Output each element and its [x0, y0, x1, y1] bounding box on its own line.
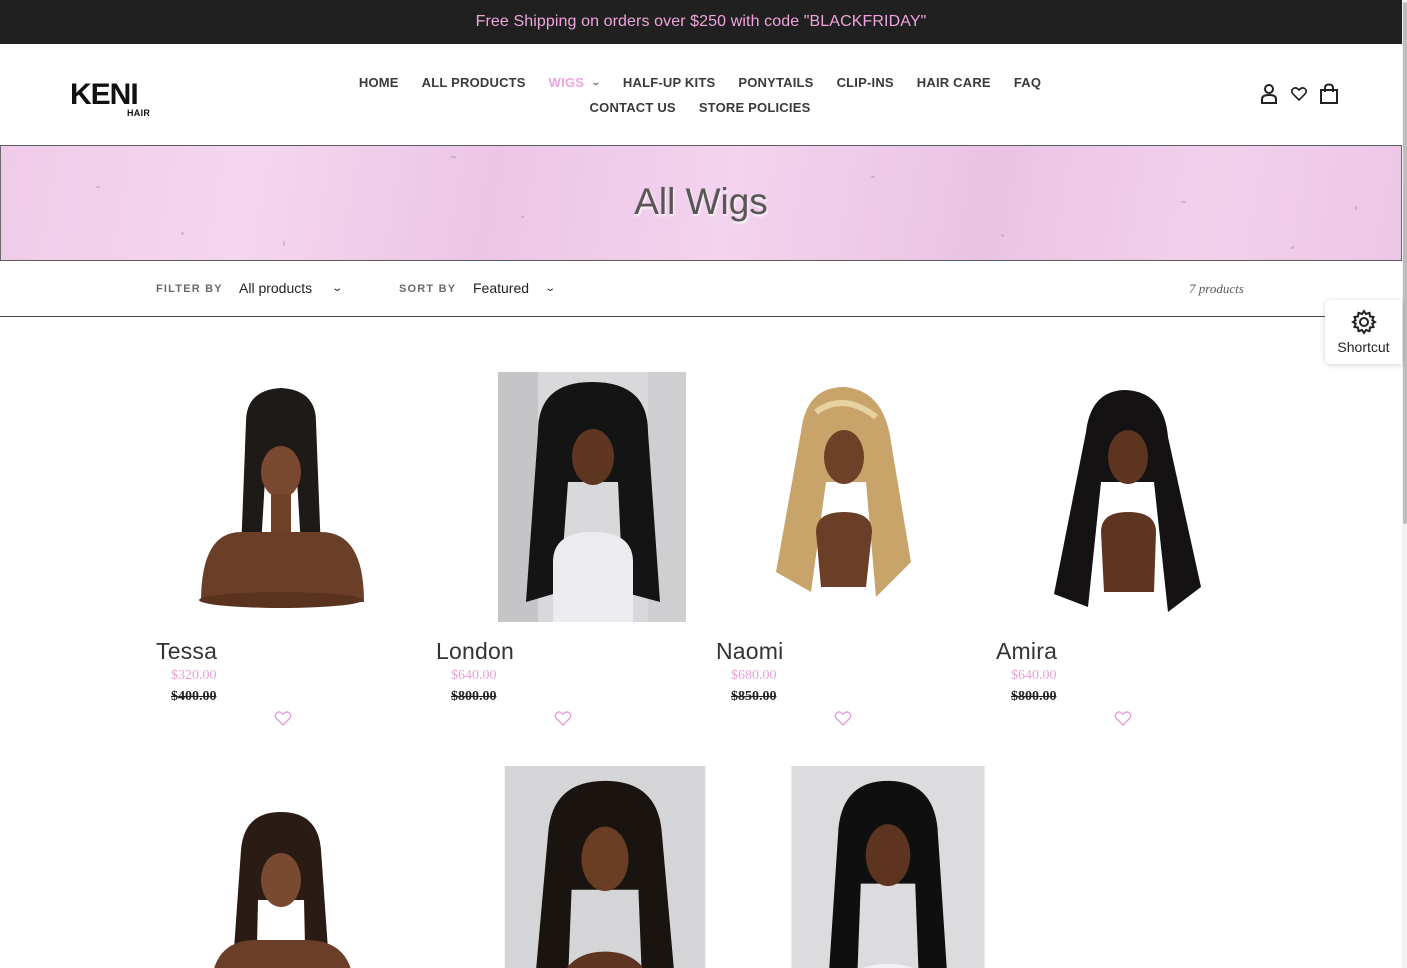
nav-half-up-kits[interactable]: HALF-UP KITS: [611, 75, 726, 90]
shortcut-label: Shortcut: [1337, 339, 1390, 355]
nav-all-products[interactable]: ALL PRODUCTS: [410, 75, 537, 90]
site-header: KENI HAIR HOME ALL PRODUCTS WIGS ⌄ HALF-…: [0, 44, 1402, 145]
nav-clip-ins[interactable]: CLIP-INS: [825, 75, 905, 90]
product-image[interactable]: [763, 766, 1013, 968]
main-navigation: HOME ALL PRODUCTS WIGS ⌄ HALF-UP KITS PO…: [300, 70, 1100, 120]
nav-ponytails[interactable]: PONYTAILS: [727, 75, 825, 90]
logo-sub-text: HAIR: [127, 108, 151, 118]
product-regular-price: $800.00: [1011, 689, 1057, 704]
product-image[interactable]: [156, 766, 406, 968]
wishlist-heart-icon[interactable]: [834, 711, 852, 727]
sort-by-label: SORT BY: [399, 283, 457, 295]
gear-icon: [1350, 309, 1377, 335]
announcement-text: Free Shipping on orders over $250 with c…: [475, 13, 927, 30]
nav-wigs-label: WIGS: [548, 75, 585, 90]
account-icon[interactable]: [1258, 82, 1280, 106]
chevron-down-icon: ⌄: [331, 282, 344, 294]
product-image[interactable]: [480, 766, 730, 968]
nav-home[interactable]: HOME: [347, 75, 410, 90]
filter-by-label: FILTER BY: [156, 283, 223, 295]
collection-hero: All Wigs: [0, 145, 1402, 261]
product-regular-price: $850.00: [731, 689, 777, 704]
logo-main-text: KENI: [70, 78, 139, 111]
product-name[interactable]: Naomi: [716, 638, 783, 665]
wishlist-heart-icon[interactable]: [274, 711, 292, 727]
filter-sort-bar: FILTER BY All products ⌄ SORT BY Feature…: [0, 261, 1402, 317]
product-image[interactable]: [716, 372, 966, 622]
wishlist-heart-icon[interactable]: [1288, 82, 1310, 106]
chevron-down-icon: ⌄: [590, 77, 602, 87]
collection-title: All Wigs: [634, 181, 768, 222]
product-regular-price: $400.00: [171, 689, 217, 704]
product-name[interactable]: Amira: [996, 638, 1057, 665]
product-image[interactable]: [467, 372, 717, 622]
sort-select-value: Featured: [473, 280, 530, 296]
scrollbar-thumb[interactable]: [1403, 2, 1407, 524]
header-icons: [1258, 82, 1340, 106]
product-sale-price: $320.00: [171, 668, 217, 683]
announcement-bar: Free Shipping on orders over $250 with c…: [0, 0, 1402, 44]
filter-select-value: All products: [239, 280, 313, 296]
product-sale-price: $680.00: [731, 668, 777, 683]
site-logo[interactable]: KENI HAIR: [70, 80, 160, 120]
nav-row-1: HOME ALL PRODUCTS WIGS ⌄ HALF-UP KITS PO…: [300, 70, 1100, 95]
product-sale-price: $640.00: [451, 668, 497, 683]
product-image[interactable]: [186, 372, 436, 622]
product-name[interactable]: Tessa: [156, 638, 217, 665]
wishlist-heart-icon[interactable]: [554, 711, 572, 727]
chevron-down-icon: ⌄: [544, 282, 557, 294]
product-regular-price: $800.00: [451, 689, 497, 704]
product-sale-price: $640.00: [1011, 668, 1057, 683]
cart-icon[interactable]: [1318, 82, 1340, 106]
shortcut-widget[interactable]: Shortcut: [1325, 300, 1402, 364]
nav-store-policies[interactable]: STORE POLICIES: [687, 100, 822, 115]
nav-faq[interactable]: FAQ: [1002, 75, 1052, 90]
product-count: 7 products: [1189, 281, 1244, 296]
filter-select[interactable]: All products ⌄: [239, 280, 344, 296]
wishlist-heart-icon[interactable]: [1114, 711, 1132, 727]
nav-hair-care[interactable]: HAIR CARE: [905, 75, 1002, 90]
page-scrollbar[interactable]: [1402, 0, 1407, 968]
product-name[interactable]: London: [436, 638, 514, 665]
nav-row-2: CONTACT US STORE POLICIES: [300, 95, 1100, 120]
nav-contact-us[interactable]: CONTACT US: [578, 100, 687, 115]
product-image[interactable]: [996, 372, 1246, 622]
sort-select[interactable]: Featured ⌄: [473, 280, 557, 296]
nav-wigs[interactable]: WIGS ⌄: [537, 75, 611, 90]
